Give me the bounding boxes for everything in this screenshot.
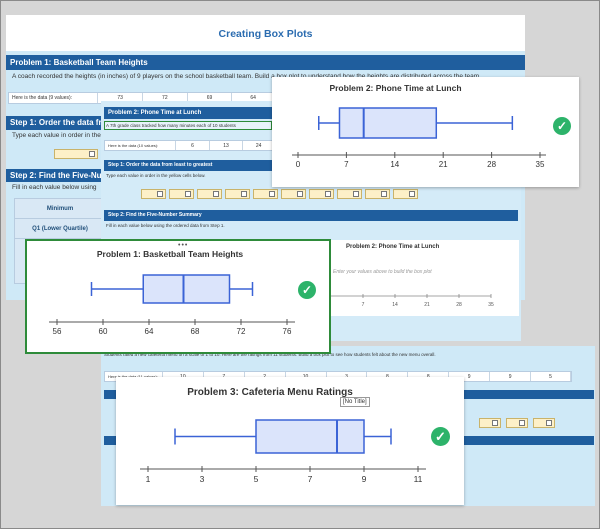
worksheet-title: Creating Box Plots [6, 15, 525, 51]
x-tick-label: 1 [146, 474, 151, 484]
checkbox[interactable] [409, 191, 415, 197]
ordered-value-input[interactable] [365, 189, 390, 199]
iqr-box [255, 419, 365, 454]
chart-popup-problem3[interactable]: Problem 3: Cafeteria Menu Ratings [No Ti… [116, 377, 464, 505]
data-cell[interactable]: 24 [243, 141, 275, 150]
checkbox[interactable] [546, 420, 552, 426]
x-tick-label: 76 [283, 327, 292, 336]
ordered-value-input[interactable] [54, 149, 98, 159]
checkbox[interactable] [185, 191, 191, 197]
problem2-step2-header: Step 2: Find the Five-Number Summary [104, 210, 518, 221]
ordered-value-input[interactable] [533, 418, 555, 428]
x-tick-label: 5 [254, 474, 259, 484]
x-tick-label: 21 [424, 302, 430, 308]
checkbox[interactable] [213, 191, 219, 197]
problem1-header: Problem 1: Basketball Team Heights [6, 55, 525, 70]
iqr-box [142, 274, 231, 304]
ordered-value-input[interactable] [253, 189, 278, 199]
x-tick-label: 28 [456, 302, 462, 308]
ordered-value-input[interactable] [309, 189, 334, 199]
x-tick-label: 60 [99, 327, 108, 336]
problem2-preview-placeholder: Enter your values above to build the box… [333, 269, 432, 275]
checkbox[interactable] [241, 191, 247, 197]
boxplot-problem2: 0 7 14 21 28 35 [292, 107, 546, 169]
data-cell[interactable]: 6 [176, 141, 210, 150]
ordered-value-input[interactable] [337, 189, 362, 199]
x-tick-label: 3 [200, 474, 205, 484]
problem2-step2-text: Fill in each value below using the order… [106, 223, 225, 228]
data-row-label: Here is the data (10 values): [105, 141, 177, 150]
checkbox[interactable] [157, 191, 163, 197]
problem2-data-row: Here is the data (10 values): 6 13 24 [104, 140, 276, 151]
x-tick-label: 14 [390, 160, 399, 169]
problem2-preview-title: Problem 2: Phone Time at Lunch [346, 244, 440, 250]
x-tick-label: 56 [53, 327, 62, 336]
problem2-preview-chart: Problem 2: Phone Time at Lunch Enter you… [321, 240, 519, 316]
checkmark-icon: ✓ [431, 427, 450, 446]
checkbox[interactable] [269, 191, 275, 197]
iqr-box [338, 107, 438, 139]
problem2-preview-axis: 7 14 21 28 35 [331, 294, 494, 308]
ordered-value-input[interactable] [225, 189, 250, 199]
x-tick-label: 72 [237, 327, 246, 336]
step2-header: Step 2: Find the Five-Number [6, 169, 106, 182]
x-tick-label: 35 [488, 302, 494, 308]
data-cell[interactable]: 5 [531, 372, 571, 381]
boxplot-problem3: 1 3 5 7 9 11 [140, 419, 426, 484]
x-tick-label: 64 [145, 327, 154, 336]
checkmark-icon: ✓ [553, 117, 571, 135]
ordered-value-input[interactable] [393, 189, 418, 199]
x-tick-label: 35 [536, 160, 545, 169]
checkmark-icon: ✓ [298, 281, 316, 299]
step2-text: Fill in each value below using [12, 184, 97, 191]
chart-popup-problem1[interactable]: ••• Problem 1: Basketball Team Heights 5… [25, 239, 331, 354]
summary-label-q1: Q1 (Lower Quartile) [15, 219, 105, 239]
step1-text: Type each value in order in the [12, 132, 101, 139]
summary-label-minimum: Minimum [15, 199, 105, 219]
ordered-value-input[interactable] [506, 418, 528, 428]
checkbox[interactable] [353, 191, 359, 197]
checkbox[interactable] [325, 191, 331, 197]
ordered-value-input[interactable] [169, 189, 194, 199]
x-tick-label: 14 [392, 302, 398, 308]
x-tick-label: 21 [439, 160, 448, 169]
boxplot-problem1: 56 60 64 68 72 76 [49, 274, 295, 336]
chart-popup-problem2[interactable]: Problem 2: Phone Time at Lunch 0 7 14 21 28 3… [272, 77, 579, 187]
ordered-value-input[interactable] [479, 418, 501, 428]
checkbox[interactable] [381, 191, 387, 197]
checkbox[interactable] [89, 151, 95, 157]
ordered-value-input[interactable] [281, 189, 306, 199]
ordered-value-input[interactable] [141, 189, 166, 199]
x-tick-label: 7 [344, 160, 349, 169]
data-row-label: Here is the data (9 values): [9, 93, 99, 103]
problem2-description: A 7th grade class tracked how many minut… [104, 121, 272, 130]
x-tick-label: 0 [296, 160, 301, 169]
x-tick-label: 11 [414, 474, 423, 484]
x-tick-label: 28 [487, 160, 496, 169]
checkbox[interactable] [492, 420, 498, 426]
ordered-value-input[interactable] [197, 189, 222, 199]
checkbox[interactable] [519, 420, 525, 426]
x-tick-label: 68 [191, 327, 200, 336]
x-tick-label: 7 [308, 474, 313, 484]
checkbox[interactable] [297, 191, 303, 197]
x-tick-label: 7 [362, 302, 365, 308]
data-cell[interactable]: 9 [490, 372, 532, 381]
stage: Creating Box Plots Problem 1: Basketball… [0, 0, 600, 529]
x-tick-label: 9 [362, 474, 367, 484]
data-cell[interactable]: 13 [210, 141, 244, 150]
step1-header: Step 1: Order the data from [6, 116, 106, 130]
problem2-header: Problem 2: Phone Time at Lunch [104, 107, 274, 119]
